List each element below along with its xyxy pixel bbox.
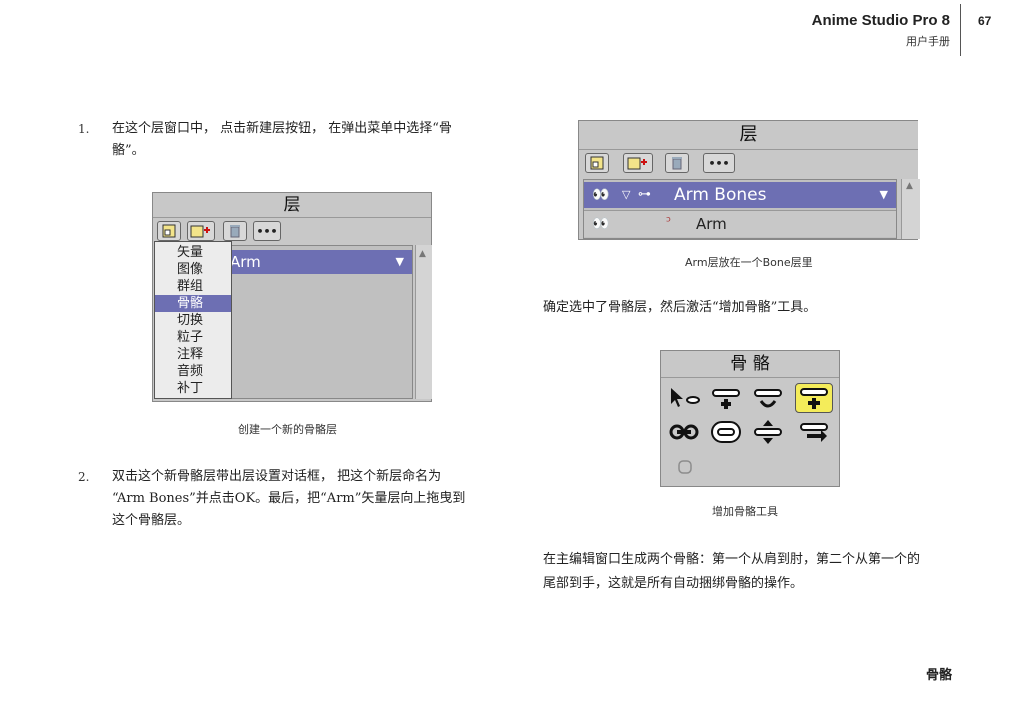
add-bone-tool-plus[interactable] (707, 383, 745, 413)
visibility-eyes-icon[interactable]: 👀 (592, 211, 609, 237)
layer-row-arm[interactable]: 👀 ᵓ Arm (584, 210, 896, 237)
transform-bone-tool[interactable] (795, 417, 833, 447)
layer-scrollbar[interactable]: ▲ (415, 245, 432, 399)
delete-layer-icon[interactable] (223, 221, 247, 241)
step-1-line-2: 骼”。 (112, 143, 145, 158)
page-number: 67 (978, 14, 992, 28)
new-layer-popup-menu: 矢量 图像 群组 骨骼 切换 粒子 注释 音频 补丁 (154, 241, 232, 399)
menu-item-image[interactable]: 图像 (155, 261, 231, 278)
figure-1-caption: 创建一个新的骨骼层 (238, 423, 337, 436)
scale-bone-tool[interactable] (749, 417, 787, 447)
reparent-bone-tool[interactable] (749, 383, 787, 413)
step-1-line-1: 在这个层窗口中， 点击新建层按钮， 在弹出菜单中选择“骨 (112, 121, 452, 136)
new-layer-icon[interactable] (585, 153, 609, 173)
more-options-button[interactable]: ••• (703, 153, 735, 173)
step-1: 1. 在这个层窗口中， 点击新建层按钮， 在弹出菜单中选择“骨 骼”。 (78, 118, 518, 162)
paragraph-create-bones: 在主编辑窗口生成两个骨骼：第一个从肩到肘，第二个从第一个的 尾部到手，这就是所有… (543, 548, 920, 596)
step-2: 2. 双击这个新骨骼层带出层设置对话框， 把这个新层命名为 “Arm Bones… (78, 466, 518, 532)
more-options-button[interactable]: ••• (253, 221, 281, 241)
layer-row-arm-bones[interactable]: 👀 ▽ ⊶ Arm Bones ▼ (584, 182, 896, 208)
layer-dropdown-icon[interactable]: ▼ (396, 250, 404, 274)
layers-panel-title: 层 (153, 193, 431, 218)
expand-triangle-icon[interactable]: ▽ (622, 182, 630, 208)
step-1-number: 1. (78, 122, 90, 136)
delete-layer-icon[interactable] (665, 153, 689, 173)
header-divider (960, 4, 961, 56)
scroll-up-icon[interactable]: ▲ (906, 181, 913, 191)
add-bone-tool-highlighted[interactable] (795, 383, 833, 413)
new-layer-button[interactable] (187, 221, 215, 241)
step-2-line-3: 这个骨骼层。 (112, 513, 191, 528)
menu-item-particle[interactable]: 粒子 (155, 329, 231, 346)
new-layer-button[interactable] (623, 153, 653, 173)
layer-scrollbar-2[interactable]: ▲ (901, 179, 920, 239)
layer-name: Arm (230, 253, 261, 271)
menu-item-patch[interactable]: 补丁 (155, 380, 231, 397)
menu-item-bone[interactable]: 骨骼 (155, 295, 231, 312)
menu-item-audio[interactable]: 音频 (155, 363, 231, 380)
visibility-eyes-icon[interactable]: 👀 (592, 182, 609, 208)
scroll-up-icon[interactable]: ▲ (419, 249, 426, 259)
manual-title: Anime Studio Pro 8 (811, 12, 950, 29)
bone-tools-title: 骨 骼 (661, 351, 839, 378)
menu-item-group[interactable]: 群组 (155, 278, 231, 295)
manual-subtitle: 用户手册 (906, 35, 950, 48)
figure-3-caption: 增加骨骼工具 (712, 505, 778, 518)
child-layer-name: Arm (696, 215, 727, 233)
bone-link-tool[interactable] (665, 417, 703, 447)
bone-layer-icon: ⊶ (638, 187, 651, 202)
vector-layer-icon: ᵓ (666, 214, 672, 230)
step-2-line-1: 双击这个新骨骼层带出层设置对话框， 把这个新层命名为 (112, 469, 442, 484)
step-2-line-2: “Arm Bones”并点击OK。最后，把“Arm”矢量层向上拖曳到 (112, 491, 466, 506)
bone-strength-tool[interactable] (707, 417, 745, 447)
figure-2-caption: Arm层放在一个Bone层里 (685, 256, 813, 269)
menu-item-note[interactable]: 注释 (155, 346, 231, 363)
bone-tools-panel: 骨 骼 (660, 350, 840, 487)
paragraph-create-bones-line-2: 尾部到手，这就是所有自动捆绑骨骼的操作。 (543, 576, 804, 591)
bone-tool-disabled-icon (675, 457, 695, 477)
parent-layer-name: Arm Bones (674, 185, 767, 205)
section-label: 骨骼 (925, 668, 952, 683)
layer-dropdown-icon[interactable]: ▼ (880, 182, 888, 208)
paragraph-create-bones-line-1: 在主编辑窗口生成两个骨骼：第一个从肩到肘，第二个从第一个的 (543, 552, 921, 567)
select-bone-tool[interactable] (665, 383, 703, 413)
layers-panel-figure-2: 层 ••• 👀 ▽ ⊶ Arm Bones ▼ 👀 ᵓ Arm ▲ (578, 120, 920, 240)
paragraph-activate-tool: 确定选中了骨骼层，然后激活“增加骨骼”工具。 (543, 300, 817, 315)
layers-panel-title-2: 层 (579, 121, 918, 150)
layer-list-2: 👀 ▽ ⊶ Arm Bones ▼ 👀 ᵓ Arm (583, 179, 897, 239)
new-layer-icon[interactable] (157, 221, 181, 241)
menu-item-vector[interactable]: 矢量 (155, 244, 231, 261)
menu-item-switch[interactable]: 切换 (155, 312, 231, 329)
step-2-number: 2. (78, 470, 90, 484)
